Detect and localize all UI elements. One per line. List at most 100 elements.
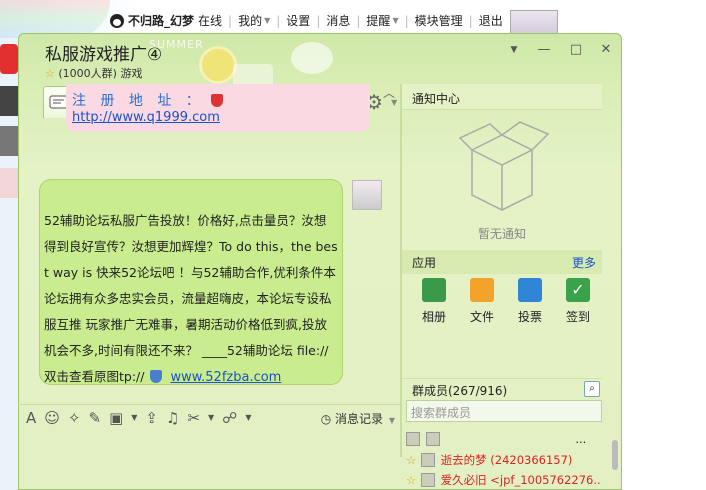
app-checkin-label: 签到 — [565, 310, 590, 324]
maximize-icon[interactable]: □ — [567, 42, 585, 57]
sender-avatar[interactable] — [352, 180, 382, 210]
app-vote-label: 投票 — [517, 310, 542, 324]
chevron-down-icon[interactable]: ▼ — [208, 413, 214, 422]
chevron-down-icon: ▼ — [388, 416, 395, 425]
shield-icon — [150, 370, 163, 383]
settings-link[interactable]: 设置 — [286, 12, 310, 29]
members-scrollbar[interactable] — [612, 440, 618, 470]
collapse-icon[interactable]: ︿ — [383, 84, 395, 101]
image-icon[interactable]: ▣ — [109, 409, 123, 427]
notice-center-header: 通知中心 — [402, 84, 602, 110]
picture-icon — [422, 278, 446, 302]
member-avatar — [420, 473, 435, 487]
member-name: 逝去的梦 — [440, 453, 487, 467]
close-icon[interactable]: ✕ — [597, 42, 615, 57]
nav-separator: | — [316, 13, 321, 28]
member-id: (2420366157) — [490, 453, 573, 467]
ad-message-text: 52辅助论坛私服广告投放！价格好,点击量员？汝想得到良好宣传？汝想更加辉煌？To… — [44, 208, 338, 391]
member-name: ... — [575, 432, 587, 446]
magic-icon[interactable]: ✧ — [68, 409, 81, 427]
checkmark-icon: ✓ — [566, 278, 590, 302]
member-id: <jpf_1005762276... — [490, 473, 602, 487]
message-bubble: 注 册 地 址 ： http://www.q1999.com — [66, 84, 370, 132]
qq-penguin-icon — [110, 13, 124, 28]
members-header: 群成员(267/916) ⌕ — [402, 378, 602, 400]
search-icon[interactable]: ⌕ — [584, 381, 600, 397]
lemon-decoration — [199, 46, 237, 84]
chat-message-area[interactable]: 注 册 地 址 ： http://www.q1999.com ︿ 52辅助论坛私… — [18, 84, 401, 404]
star-icon: ☆ — [406, 473, 417, 487]
chevron-down-icon[interactable]: ▼ — [131, 413, 137, 422]
app-album[interactable]: 相册 — [410, 274, 458, 364]
status-label[interactable]: 在线 — [198, 12, 222, 29]
group-subtitle: ☆ (1000人群) 游戏 — [45, 65, 142, 81]
music-icon[interactable]: ♫ — [166, 409, 179, 427]
nav-separator: | — [276, 13, 281, 28]
chevron-down-icon[interactable]: ▼ — [245, 413, 251, 422]
ad-text: 52辅助论坛私服广告投放！价格好,点击量员？汝想得到良好宣传？汝想更加辉煌？To… — [44, 213, 338, 384]
app-checkin[interactable]: ✓ 签到 — [554, 274, 602, 364]
folder-icon — [470, 278, 494, 302]
clock-icon: ◷ — [320, 412, 332, 426]
apps-header: 应用 更多 — [402, 250, 602, 274]
font-icon[interactable]: A — [26, 409, 36, 427]
star-icon: ☆ — [406, 453, 417, 467]
chevron-down-icon[interactable]: ▼ — [392, 16, 398, 25]
emoji-icon[interactable]: ☺ — [44, 409, 60, 427]
message-bubble: 52辅助论坛私服广告投放！价格好,点击量员？汝想得到良好宣传？汝想更加辉煌？To… — [39, 179, 343, 385]
chevron-down-icon[interactable]: ▼ — [505, 45, 523, 55]
member-avatar — [425, 432, 440, 446]
nav-separator: | — [468, 13, 473, 28]
apps-more-link[interactable]: 更多 — [572, 254, 596, 271]
chevron-down-icon[interactable]: ▼ — [264, 16, 270, 25]
nav-separator: | — [356, 13, 361, 28]
member-row[interactable]: ☆ 爱久必旧 <jpf_1005762276... — [406, 472, 602, 490]
more-icon[interactable]: ☍ — [222, 409, 237, 427]
member-search-input[interactable]: 搜索群成员 — [406, 400, 602, 422]
app-album-label: 相册 — [421, 310, 446, 324]
thumbnail-icon[interactable] — [0, 168, 18, 198]
ad-url-link[interactable]: www.52fzba.com — [170, 370, 281, 385]
app-vote[interactable]: 投票 — [506, 274, 554, 364]
member-name: 爱久必旧 — [440, 473, 487, 487]
modules-link[interactable]: 模块管理 — [415, 12, 463, 29]
apps-title: 应用 — [412, 256, 437, 270]
thumbnail-icon[interactable] — [0, 86, 18, 116]
bar-chart-icon — [518, 278, 542, 302]
minimize-icon[interactable]: — — [535, 42, 553, 57]
username-link[interactable]: 不归路_幻梦 — [128, 12, 194, 29]
member-avatar — [406, 432, 420, 446]
thumbnail-icon[interactable] — [0, 126, 18, 156]
scissors-icon[interactable]: ✂ — [187, 409, 200, 427]
red-app-icon[interactable] — [0, 44, 18, 74]
member-avatar — [420, 453, 435, 467]
notice-empty-panel: 暂无通知 — [402, 110, 602, 250]
edit-icon[interactable]: ✎ — [88, 409, 101, 427]
input-toolbar: A ☺ ✧ ✎ ▣ ▼ ⇪ ♫ ✂ ▼ ☍ ▼ ◷ 消息记录 ▼ — [18, 404, 401, 430]
apps-panel: 相册 文件 投票 ✓ 签到 — [402, 274, 602, 364]
register-label: 注 册 地 址 ： — [72, 93, 205, 109]
mine-menu[interactable]: 我的 — [238, 12, 262, 29]
member-row[interactable]: ... — [406, 432, 602, 450]
register-url-link[interactable]: http://www.q1999.com — [72, 110, 220, 125]
star-icon: ☆ — [45, 67, 55, 80]
nav-separator: | — [228, 13, 233, 28]
logout-link[interactable]: 退出 — [479, 12, 503, 29]
member-row[interactable]: ☆ 逝去的梦 (2420366157) — [406, 452, 602, 470]
remind-menu[interactable]: 提醒 — [366, 12, 390, 29]
messages-link[interactable]: 消息 — [326, 12, 350, 29]
group-category: 游戏 — [120, 67, 143, 80]
group-member-count: (1000人群) — [58, 67, 117, 80]
upload-icon[interactable]: ⇪ — [145, 409, 158, 427]
group-title: 私服游戏推广④ — [45, 45, 163, 65]
history-label: 消息记录 — [335, 412, 384, 426]
nav-separator: | — [404, 13, 409, 28]
app-files-label: 文件 — [469, 310, 494, 324]
notice-empty-text: 暂无通知 — [477, 227, 526, 241]
shield-icon — [210, 94, 223, 107]
cloud-decoration — [291, 42, 333, 74]
empty-box-icon — [458, 121, 550, 211]
message-history-button[interactable]: ◷ 消息记录 ▼ — [321, 410, 395, 427]
members-title: 群成员(267/916) — [412, 384, 508, 398]
app-files[interactable]: 文件 — [458, 274, 506, 364]
